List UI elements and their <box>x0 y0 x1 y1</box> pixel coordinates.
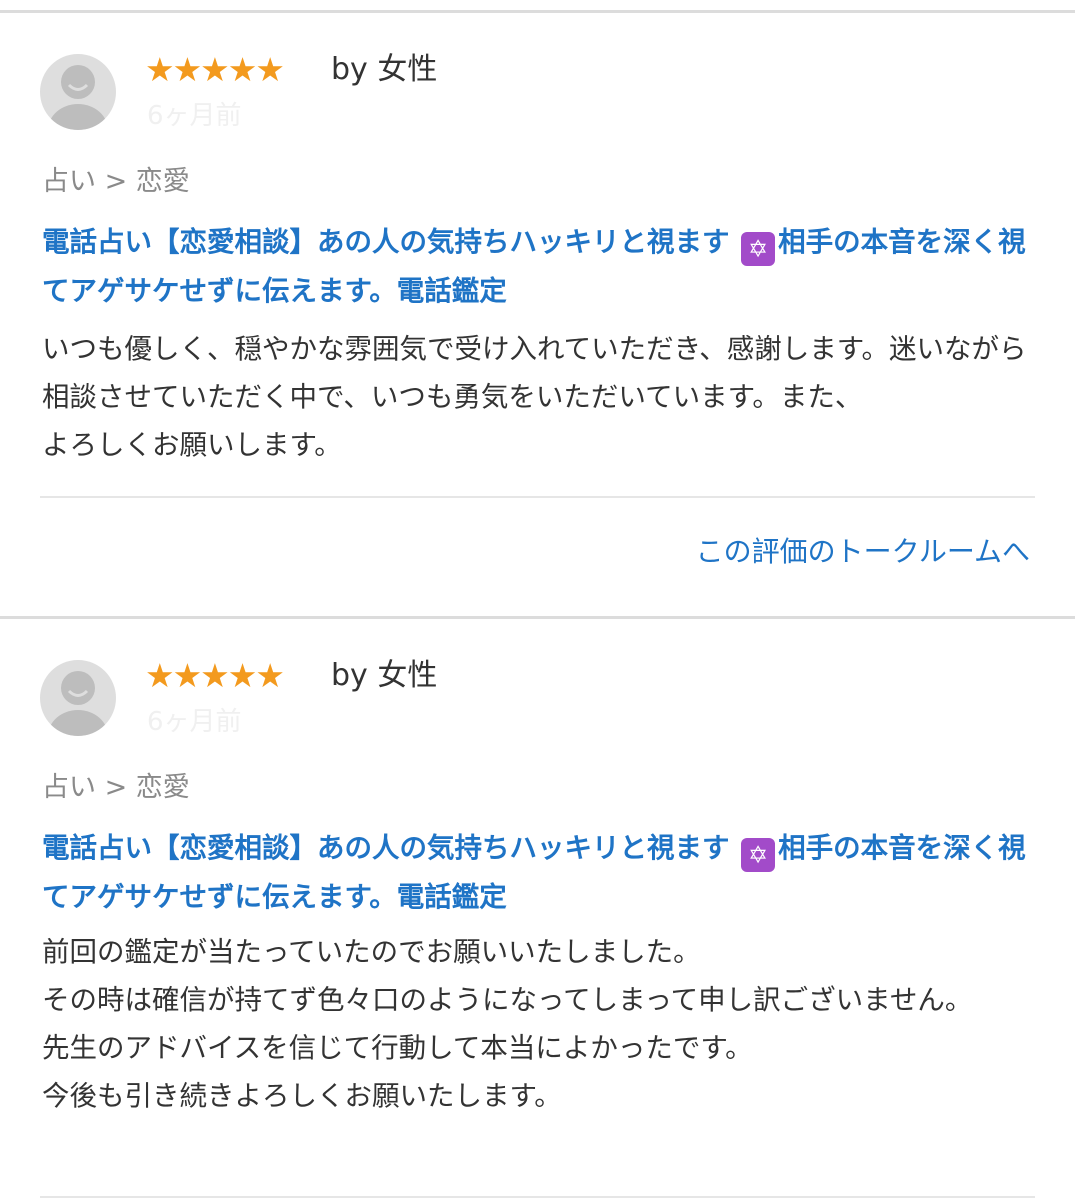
star-rating: ★★★★★ <box>145 50 285 89</box>
review-body: 前回の鑑定が当たっていたのでお願いいたしました。 その時は確信が持てず色々口のよ… <box>42 936 973 1112</box>
talkroom-link[interactable]: この評価のトークルームへ <box>696 532 1030 572</box>
review-time: 6ヶ月前 <box>147 707 242 737</box>
review-body: いつも優しく、穏やかな雰囲気で受け入れていただき、感謝します。迷いながら相談させ… <box>42 333 1027 461</box>
top-divider <box>0 10 1075 13</box>
title-text: 電話占い【恋愛相談】あの人の気持ちハッキリと視ます <box>42 832 740 864</box>
service-title-link[interactable]: 電話占い【恋愛相談】あの人の気持ちハッキリと視ます ✡ 相手の本音を深く視てアゲサ… <box>42 824 1042 922</box>
category-breadcrumb[interactable]: 占い > 恋愛 <box>42 768 190 808</box>
user-silhouette-icon <box>48 671 108 736</box>
avatar[interactable] <box>40 54 116 130</box>
category-breadcrumb[interactable]: 占い > 恋愛 <box>42 162 190 202</box>
title-text: 電話占い【恋愛相談】あの人の気持ちハッキリと視ます <box>42 226 740 258</box>
divider <box>40 1196 1035 1198</box>
star-of-david-icon: ✡ <box>741 232 776 266</box>
star-of-david-icon: ✡ <box>741 838 776 872</box>
service-title-link[interactable]: 電話占い【恋愛相談】あの人の気持ちハッキリと視ます ✡ 相手の本音を深く視てアゲサ… <box>42 218 1042 316</box>
reviewer-label: by 女性 <box>331 658 438 693</box>
review-divider <box>0 616 1075 619</box>
avatar[interactable] <box>40 660 116 736</box>
star-rating: ★★★★★ <box>145 656 285 695</box>
reviewer-label: by 女性 <box>331 52 438 87</box>
divider <box>40 496 1035 498</box>
user-silhouette-icon <box>48 65 108 130</box>
review-time: 6ヶ月前 <box>147 101 242 131</box>
